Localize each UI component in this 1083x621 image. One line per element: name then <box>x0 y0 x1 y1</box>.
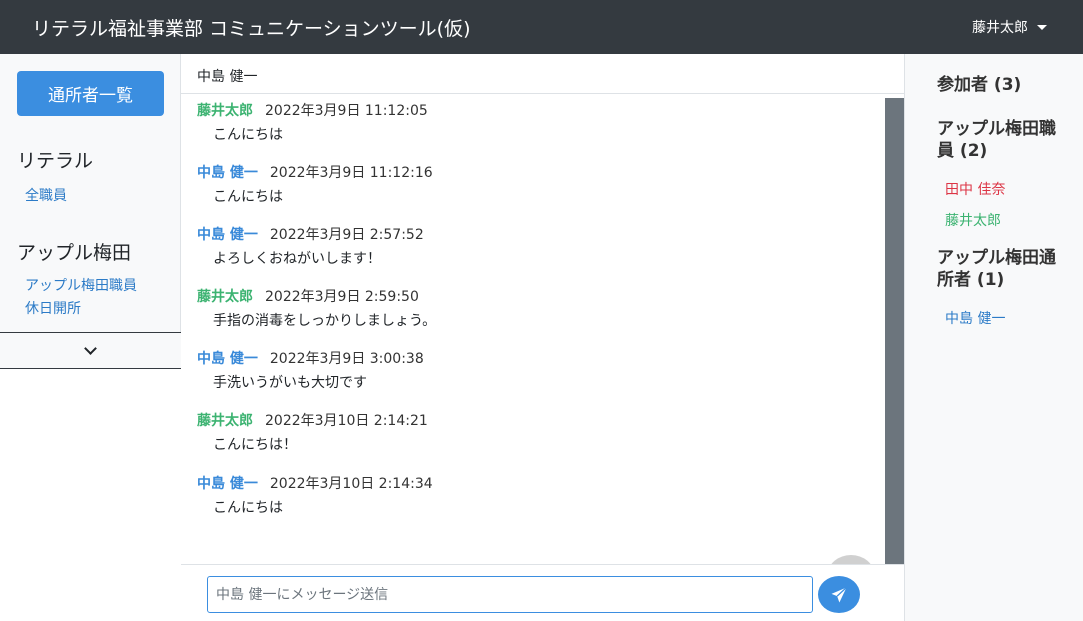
chat-panel: 中島 健一 藤井太郎 2022年3月9日 11:12:05 こんにちは 中島 健一… <box>181 54 904 621</box>
chevron-down-icon <box>84 342 97 355</box>
group-heading-literal: リテラル <box>17 150 94 172</box>
user-menu-dropdown[interactable]: 藤井太郎 <box>972 17 1047 37</box>
message-item: 中島 健一 2022年3月10日 2:14:34 こんにちは <box>197 473 433 517</box>
participants-title: 参加者 (3) <box>937 75 1022 95</box>
message-text: 手指の消毒をしっかりしましょう。 <box>213 313 437 329</box>
participant-group-title-clients: アップル梅田通所者 (1) <box>937 248 1056 290</box>
paper-plane-icon <box>831 586 847 602</box>
chat-channel-name: 中島 健一 <box>197 69 258 85</box>
message-time: 2022年3月9日 11:12:05 <box>265 103 428 119</box>
message-item: 中島 健一 2022年3月9日 3:00:38 手洗いうがいも大切です <box>197 348 424 392</box>
chat-header: 中島 健一 <box>181 54 904 94</box>
caret-down-icon <box>1037 24 1047 30</box>
message-sender: 藤井太郎 <box>197 103 253 119</box>
message-sender: 藤井太郎 <box>197 289 253 305</box>
channel-link-apple-umeda-staff[interactable]: アップル梅田職員 <box>25 275 180 298</box>
app-title: リテラル福祉事業部 コミュニケーションツール(仮) <box>32 17 471 40</box>
message-text: こんにちは <box>213 127 283 143</box>
participant-group-title-staff: アップル梅田職員 (2) <box>937 119 1056 161</box>
channel-link-all-staff[interactable]: 全職員 <box>25 185 180 208</box>
scroll-to-bottom-button[interactable] <box>828 555 874 564</box>
group-heading-apple-umeda: アップル梅田 <box>17 242 132 264</box>
sidebar-empty-area <box>0 369 181 621</box>
message-input[interactable] <box>207 576 813 613</box>
message-sender: 中島 健一 <box>197 476 258 492</box>
message-item: 中島 健一 2022年3月9日 2:57:52 よろしくおねがいします！ <box>197 224 424 268</box>
message-sender: 中島 健一 <box>197 227 258 243</box>
message-item: 藤井太郎 2022年3月10日 2:14:21 こんにちは！ <box>197 410 428 454</box>
participant-item[interactable]: 中島 健一 <box>945 304 1083 335</box>
top-navbar: リテラル福祉事業部 コミュニケーションツール(仮) 藤井太郎 <box>0 0 1083 54</box>
send-button[interactable] <box>818 576 860 613</box>
participants-panel: 参加者 (3) アップル梅田職員 (2) 田中 佳奈 藤井太郎 アップル梅田通所… <box>904 54 1083 621</box>
user-name: 藤井太郎 <box>972 20 1028 36</box>
message-item: 中島 健一 2022年3月9日 11:12:16 こんにちは <box>197 162 433 206</box>
message-time: 2022年3月9日 3:00:38 <box>269 351 424 367</box>
members-list-button[interactable]: 通所者一覧 <box>17 71 164 116</box>
message-text: よろしくおねがいします！ <box>213 251 381 267</box>
channel-link-holiday-open[interactable]: 休日開所 <box>25 298 180 321</box>
participant-item[interactable]: 藤井太郎 <box>945 206 1083 237</box>
left-sidebar: 通所者一覧 リテラル 全職員 アップル梅田 アップル梅田職員 休日開所 <box>0 54 181 621</box>
scrollbar[interactable] <box>885 98 904 564</box>
message-time: 2022年3月9日 2:57:52 <box>269 227 424 243</box>
message-text: 手洗いうがいも大切です <box>213 375 367 391</box>
message-composer <box>181 564 904 621</box>
message-sender: 藤井太郎 <box>197 413 253 429</box>
sidebar-collapse-toggle[interactable] <box>0 332 181 369</box>
message-sender: 中島 健一 <box>197 351 258 367</box>
message-time: 2022年3月9日 11:12:16 <box>269 165 433 181</box>
message-list[interactable]: 藤井太郎 2022年3月9日 11:12:05 こんにちは 中島 健一 2022年3… <box>181 94 885 564</box>
message-time: 2022年3月10日 2:14:21 <box>265 413 428 429</box>
message-text: こんにちは！ <box>213 437 297 453</box>
message-text: こんにちは <box>213 189 283 205</box>
message-item: 藤井太郎 2022年3月9日 2:59:50 手指の消毒をしっかりしましょう。 <box>197 286 436 330</box>
message-time: 2022年3月9日 2:59:50 <box>265 289 419 305</box>
participant-item[interactable]: 田中 佳奈 <box>945 175 1083 206</box>
message-text: こんにちは <box>213 500 283 516</box>
message-sender: 中島 健一 <box>197 165 258 181</box>
message-item: 藤井太郎 2022年3月9日 11:12:05 こんにちは <box>197 100 428 144</box>
message-time: 2022年3月10日 2:14:34 <box>269 476 433 492</box>
